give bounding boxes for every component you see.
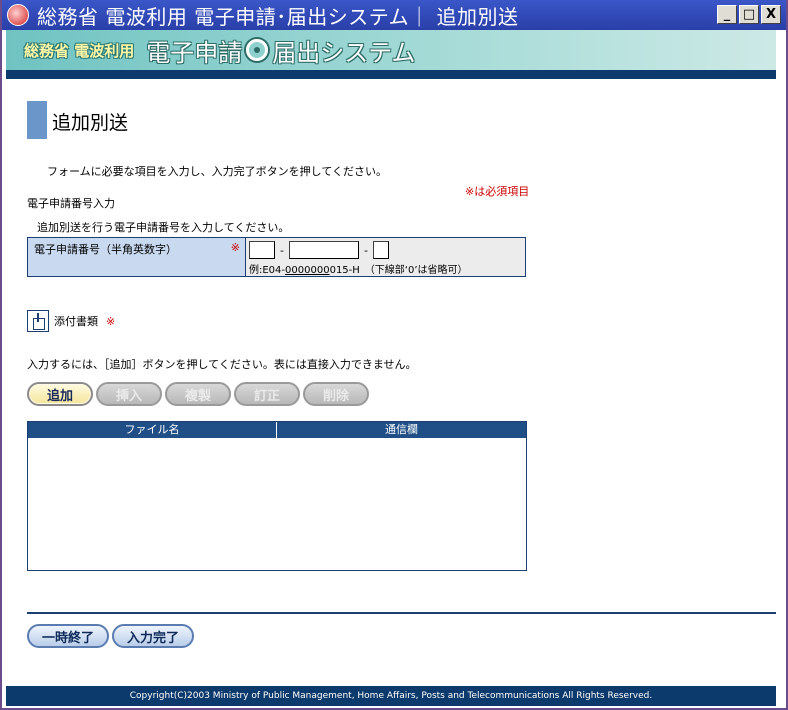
separator: - [363, 243, 368, 257]
minimize-button[interactable]: _ [717, 5, 737, 24]
table-header: ファイル名 通信欄 [28, 422, 526, 438]
application-window: 総務省 電波利用 電子申請･届出システム｜ 追加別送 _ □ X 総務省 電波利… [0, 0, 788, 710]
insert-button[interactable]: 挿入 [96, 382, 162, 406]
title-bar[interactable]: 総務省 電波利用 電子申請･届出システム｜ 追加別送 _ □ X [2, 0, 786, 30]
window-title: 総務省 電波利用 電子申請･届出システム｜ 追加別送 [37, 4, 519, 29]
section-description: 追加別送を行う電子申請番号を入力してください。 [37, 221, 290, 234]
bottom-divider [27, 612, 776, 614]
close-button[interactable]: X [761, 5, 781, 24]
banner-divider [6, 70, 776, 79]
page-instruction: フォームに必要な項目を入力し、入力完了ボタンを押してください。 [47, 165, 388, 178]
window-controls: _ □ X [717, 5, 781, 24]
column-header-comment: 通信欄 [385, 423, 418, 436]
app-number-part3-input[interactable] [372, 241, 389, 259]
radio-wave-icon [246, 39, 269, 61]
example-prefix: 例:E04- [249, 265, 286, 276]
app-number-label-cell: 電子申請番号（半角英数字） ※ [28, 238, 246, 276]
separator: - [280, 243, 284, 257]
attachments-instruction: 入力するには、［追加］ボタンを押してください。表には直接入力できません。 [27, 358, 417, 371]
system-logo: 電子申請 届出システム [146, 33, 415, 68]
delete-button[interactable]: 削除 [303, 382, 369, 406]
system-logo-text-b: 届出システム [272, 38, 416, 67]
attachment-upload-icon [27, 310, 49, 332]
column-header-filename: ファイル名 [28, 422, 277, 438]
maximize-button[interactable]: □ [739, 5, 759, 24]
required-mark: ※ [230, 241, 240, 254]
app-number-example: 例:E04-0000000015-H （下線部‘0’は省略可） [249, 261, 522, 276]
required-field-note: ※は必須項目 [465, 185, 530, 198]
page-heading: 追加別送 [27, 101, 128, 139]
duplicate-button[interactable]: 複製 [165, 382, 231, 406]
input-complete-button[interactable]: 入力完了 [112, 624, 194, 648]
add-button[interactable]: 追加 [27, 382, 93, 406]
app-number-part1-input[interactable] [249, 241, 275, 259]
attachments-label: 添付書類 [54, 315, 98, 328]
heading-marker [27, 101, 47, 139]
example-suffix: 015-H （下線部‘0’は省略可） [329, 265, 468, 276]
attachment-action-buttons: 追加 挿入 複製 訂正 削除 [27, 382, 369, 406]
app-number-label: 電子申請番号（半角英数字） [34, 243, 177, 256]
page-title: 追加別送 [52, 111, 129, 134]
footer-copyright: Copyright(C)2003 Ministry of Public Mana… [6, 686, 776, 706]
attachments-heading: 添付書類 ※ [27, 310, 115, 332]
app-number-form-table: 電子申請番号（半角英数字） ※ - - 例:E04-0000000015-H （… [27, 237, 526, 277]
ministry-logo-text: 総務省 電波利用 [24, 41, 135, 60]
edit-button[interactable]: 訂正 [234, 382, 300, 406]
example-underlined: 0000000 [285, 265, 330, 276]
attachment-file-table[interactable]: ファイル名 通信欄 [27, 421, 527, 571]
app-number-part2-input[interactable] [288, 241, 359, 259]
app-number-input-row: - - [249, 241, 522, 259]
temporary-end-button[interactable]: 一時終了 [27, 624, 109, 648]
app-number-input-cell: - - 例:E04-0000000015-H （下線部‘0’は省略可） [246, 238, 525, 276]
system-banner: 総務省 電波利用 電子申請 届出システム [6, 30, 776, 70]
required-mark: ※ [106, 314, 116, 328]
section-label: 電子申請番号入力 [27, 197, 115, 210]
system-logo-text-a: 電子申請 [146, 38, 243, 67]
app-icon[interactable] [7, 4, 29, 26]
form-submit-buttons: 一時終了 入力完了 [27, 624, 194, 648]
